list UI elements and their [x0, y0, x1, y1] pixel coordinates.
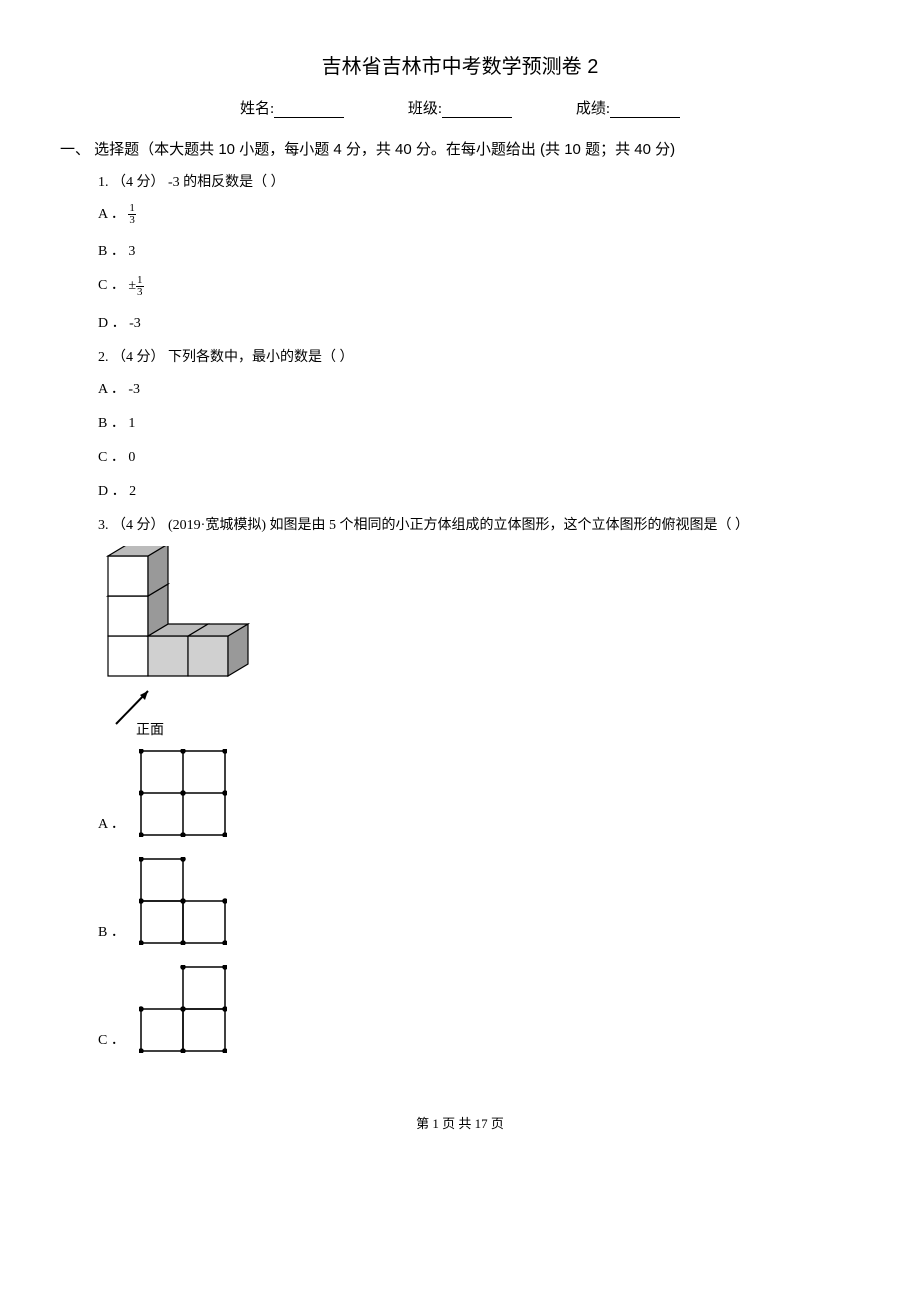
q1-option-a: A ． 1 3	[98, 203, 860, 226]
footer-suffix: 页	[488, 1116, 504, 1131]
class-label: 班级:	[408, 101, 442, 117]
document-title: 吉林省吉林市中考数学预测卷 2	[60, 50, 860, 79]
score-label: 成绩:	[576, 101, 610, 117]
class-field: 班级:	[408, 101, 516, 117]
question-2: 2. （4 分） 下列各数中，最小的数是（ ） A ． -3 B ． 1 C ．…	[98, 346, 860, 500]
grid-L-topright-icon	[139, 965, 227, 1053]
q1-optA-den: 3	[128, 215, 136, 226]
q3-optA-label: A ．	[98, 813, 125, 833]
fraction-icon: 1 3	[136, 275, 144, 298]
info-line: 姓名: 班级: 成绩:	[60, 97, 860, 118]
score-blank[interactable]	[610, 101, 680, 118]
q1-optC-prefix: ±	[128, 278, 136, 293]
q1-option-c: C ． ± 1 3	[98, 274, 860, 297]
q2-stem: 2. （4 分） 下列各数中，最小的数是（ ）	[98, 346, 860, 366]
footer-total: 17	[475, 1116, 488, 1131]
footer-mid: 页 共	[439, 1116, 475, 1131]
q2-option-a: A ． -3	[98, 378, 860, 398]
name-blank[interactable]	[274, 101, 344, 118]
q1-optC-den: 3	[136, 287, 144, 298]
q1-stem: 1. （4 分） -3 的相反数是（ ）	[98, 171, 860, 191]
q3-stem: 3. （4 分） (2019·宽城模拟) 如图是由 5 个相同的小正方体组成的立…	[98, 514, 860, 534]
q2-option-c: C ． 0	[98, 446, 860, 466]
q1-option-d: D ． -3	[98, 312, 860, 332]
score-field: 成绩:	[576, 101, 680, 117]
q3-option-a: A ．	[98, 749, 860, 837]
section-1-header: 一、 选择题（本大题共 10 小题，每小题 4 分，共 40 分。在每小题给出 …	[60, 138, 860, 159]
q1-option-b: B ． 3	[98, 240, 860, 260]
question-1: 1. （4 分） -3 的相反数是（ ） A ． 1 3 B ． 3 C ． ±…	[98, 171, 860, 332]
cube-figure-icon: 正面	[98, 546, 263, 741]
q1-optA-label: A ．	[98, 207, 125, 222]
page-container: 吉林省吉林市中考数学预测卷 2 姓名: 班级: 成绩: 一、 选择题（本大题共 …	[0, 0, 920, 1162]
q2-option-d: D ． 2	[98, 480, 860, 500]
q3-optB-label: B ．	[98, 921, 125, 941]
q1-optC-num: 1	[136, 275, 144, 287]
class-blank[interactable]	[442, 101, 512, 118]
question-3: 3. （4 分） (2019·宽城模拟) 如图是由 5 个相同的小正方体组成的立…	[98, 514, 860, 1053]
name-label: 姓名:	[240, 101, 274, 117]
q2-option-b: B ． 1	[98, 412, 860, 432]
footer-prefix: 第	[416, 1116, 432, 1131]
front-label: 正面	[136, 723, 164, 738]
grid-L-topleft-icon	[139, 857, 227, 945]
page-footer: 第 1 页 共 17 页	[60, 1113, 860, 1132]
q3-option-b: B ．	[98, 857, 860, 945]
q1-optC-label: C ．	[98, 278, 125, 293]
q3-optC-label: C ．	[98, 1029, 125, 1049]
grid-2x2-icon	[139, 749, 227, 837]
fraction-icon: 1 3	[128, 203, 136, 226]
name-field: 姓名:	[240, 101, 348, 117]
q3-option-c: C ．	[98, 965, 860, 1053]
